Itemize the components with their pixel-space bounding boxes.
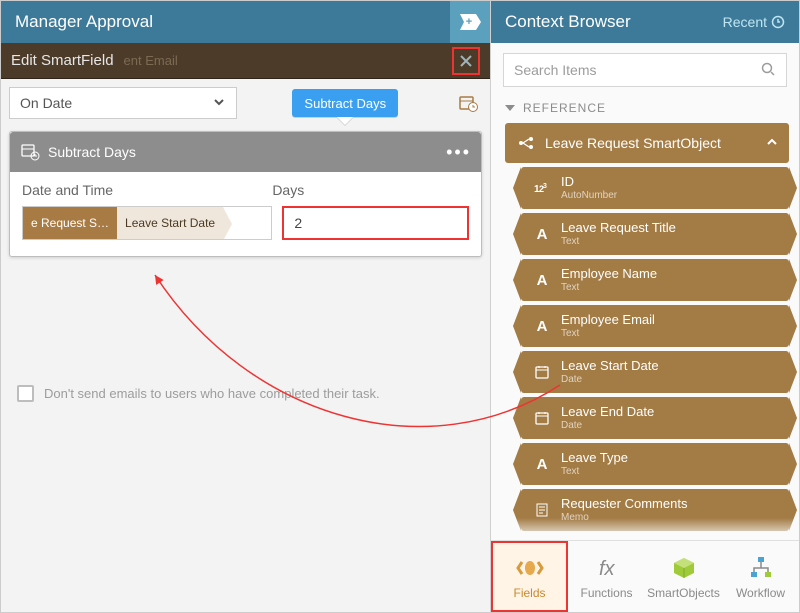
close-button[interactable] (452, 47, 480, 75)
reference-section-header[interactable]: REFERENCE (491, 97, 799, 123)
token-field: Leave Start Date (117, 207, 223, 239)
field-type-icon (531, 364, 553, 380)
context-browser-title: Context Browser (505, 12, 631, 32)
card-title: Subtract Days (48, 144, 136, 160)
search-placeholder: Search Items (514, 62, 760, 78)
chip-pointer (337, 117, 353, 125)
item-type: AutoNumber (561, 190, 617, 201)
item-label: Requester Comments (561, 497, 687, 511)
tree-item-id[interactable]: 123 IDAutoNumber (521, 167, 789, 209)
chevron-down-icon (212, 95, 226, 112)
item-label: ID (561, 175, 617, 189)
subtract-days-card: Subtract Days ••• Date and Time Days e R… (9, 131, 482, 257)
bottom-tabs: Fields fx Functions SmartObjects Workflo… (491, 540, 799, 612)
item-label: Leave End Date (561, 405, 654, 419)
tab-workflow-label: Workflow (736, 586, 785, 600)
item-label: Employee Email (561, 313, 655, 327)
root-label: Leave Request SmartObject (545, 135, 721, 151)
item-label: Leave Type (561, 451, 628, 465)
tree-item-employee-email[interactable]: A Employee EmailText (521, 305, 789, 347)
smartfield-editor: On Date Subtract Days (1, 79, 490, 267)
field-type-icon: A (531, 226, 553, 243)
field-type-icon: A (531, 272, 553, 289)
dont-send-checkbox[interactable] (17, 385, 34, 402)
item-type: Date (561, 420, 654, 431)
item-label: Leave Request Title (561, 221, 676, 235)
svg-text:3: 3 (543, 183, 547, 190)
label-days: Days (272, 182, 469, 198)
ribbon-badge[interactable]: + (450, 1, 490, 43)
tree-item-leave-type[interactable]: A Leave TypeText (521, 443, 789, 485)
tab-fields-label: Fields (513, 586, 545, 600)
tree-item-leave-request-title[interactable]: A Leave Request TitleText (521, 213, 789, 255)
field-type-icon: 123 (531, 180, 553, 196)
root-node[interactable]: Leave Request SmartObject (505, 123, 789, 163)
faded-sublabel: ent Email (124, 53, 178, 68)
subtract-days-chip[interactable]: Subtract Days (292, 89, 398, 117)
tree-item-employee-name[interactable]: A Employee NameText (521, 259, 789, 301)
calendar-clock-icon (20, 142, 40, 162)
token-source: e Request S… (23, 207, 117, 239)
label-datetime: Date and Time (22, 182, 272, 198)
field-type-icon: A (531, 318, 553, 335)
reference-tree: Leave Request SmartObject 123 IDAutoNumbe… (491, 123, 799, 540)
triangle-down-icon (505, 105, 515, 111)
left-panel: Manager Approval + Edit SmartField ent E… (1, 1, 490, 612)
tab-workflow[interactable]: Workflow (722, 541, 799, 612)
item-type: Text (561, 282, 657, 293)
edit-smartfield-bar: Edit SmartField ent Email (1, 43, 490, 79)
chevron-up-icon (765, 135, 779, 152)
svg-text:fx: fx (599, 558, 616, 580)
days-input[interactable]: 2 (282, 206, 469, 240)
field-type-icon (531, 410, 553, 426)
item-type: Text (561, 328, 655, 339)
chip-label: Subtract Days (304, 96, 386, 111)
functions-icon: fx (593, 554, 621, 582)
tab-smartobjects[interactable]: SmartObjects (645, 541, 722, 612)
field-type-icon (531, 502, 553, 518)
lower-area: Don't send emails to users who have comp… (1, 267, 490, 612)
edit-smartfield-title: Edit SmartField (11, 52, 114, 69)
checkbox-label: Don't send emails to users who have comp… (44, 386, 380, 401)
fields-icon (516, 554, 544, 582)
clock-icon (771, 15, 785, 29)
context-browser-header: Context Browser Recent (491, 1, 799, 43)
tab-functions[interactable]: fx Functions (568, 541, 645, 612)
field-type-icon: A (531, 456, 553, 473)
fade-overlay (491, 518, 799, 540)
dropdown-label: On Date (20, 95, 72, 111)
item-type: Text (561, 236, 676, 247)
search-icon (760, 61, 776, 80)
recent-label: Recent (723, 14, 767, 30)
item-label: Employee Name (561, 267, 657, 281)
card-menu-button[interactable]: ••• (446, 142, 471, 163)
tree-item-leave-end-date[interactable]: Leave End DateDate (521, 397, 789, 439)
on-date-dropdown[interactable]: On Date (9, 87, 237, 119)
smartobjects-icon (670, 554, 698, 582)
manager-approval-header: Manager Approval (1, 1, 450, 43)
tree-item-leave-start-date[interactable]: Leave Start DateDate (521, 351, 789, 393)
card-header: Subtract Days ••• (10, 132, 481, 172)
recent-button[interactable]: Recent (723, 14, 785, 30)
svg-text:+: + (466, 16, 472, 28)
ribbon-icon: + (458, 12, 482, 32)
tab-fields[interactable]: Fields (491, 541, 568, 612)
reference-label: REFERENCE (523, 101, 606, 115)
search-input[interactable]: Search Items (503, 53, 787, 87)
calendar-picker-button[interactable] (454, 93, 482, 113)
calendar-clock-icon (458, 93, 478, 113)
tab-smartobjects-label: SmartObjects (647, 586, 720, 600)
item-label: Leave Start Date (561, 359, 659, 373)
tab-functions-label: Functions (580, 586, 632, 600)
workflow-icon (747, 554, 775, 582)
item-type: Date (561, 374, 659, 385)
close-icon (458, 53, 474, 69)
days-value: 2 (294, 215, 302, 231)
datetime-input[interactable]: e Request S… Leave Start Date (22, 206, 272, 240)
header-title: Manager Approval (15, 12, 153, 32)
smartobject-icon (515, 134, 537, 152)
context-browser-panel: Context Browser Recent Search Items REFE… (490, 1, 799, 612)
item-type: Text (561, 466, 628, 477)
